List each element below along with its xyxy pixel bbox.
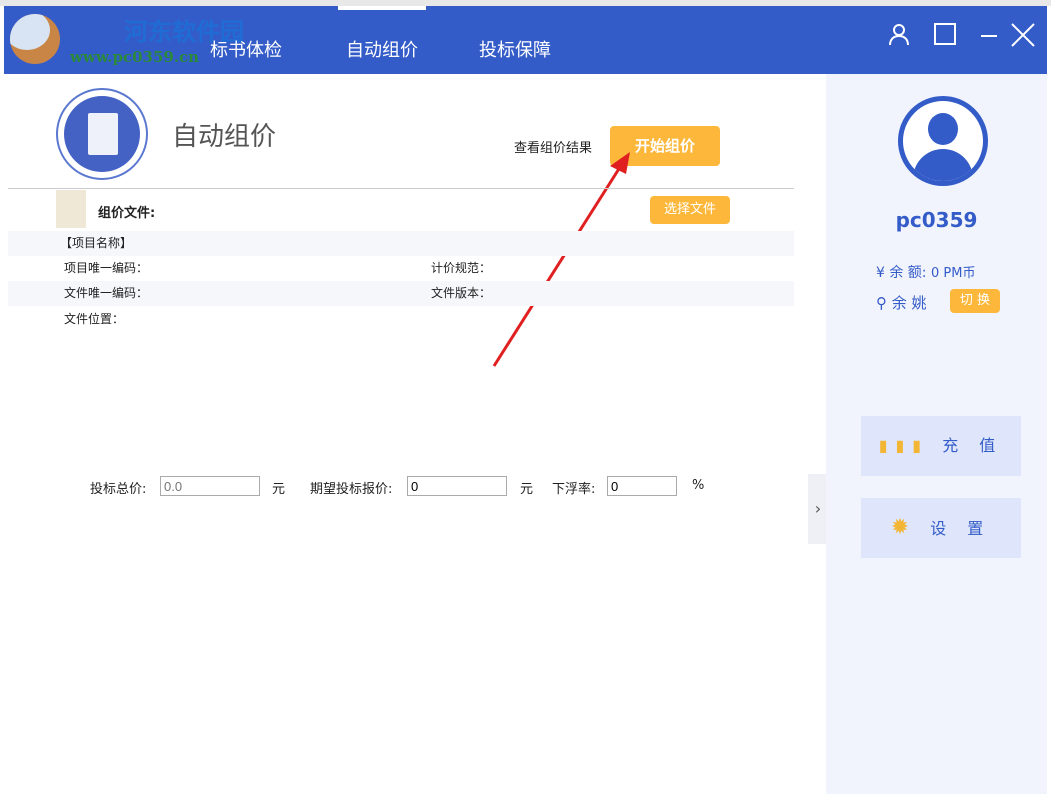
- yen-icon: ¥: [876, 265, 889, 281]
- user-sidebar: pc0359 ¥ 余 额: 0 PM币 ⚲ 余 姚 切 换 ▮▮▮ 充 值 ✹ …: [826, 74, 1047, 794]
- switch-button[interactable]: 切 换: [950, 289, 1000, 313]
- avatar[interactable]: [898, 96, 988, 186]
- unit-label: 元: [272, 478, 285, 497]
- gold-icon: ▮▮▮: [879, 436, 929, 455]
- recharge-label: 充 值: [942, 436, 1003, 455]
- watermark-url: www.pc0359.cn: [70, 48, 199, 66]
- user-icon[interactable]: [884, 22, 914, 52]
- bid-total-label: 投标总价:: [90, 478, 146, 497]
- close-icon[interactable]: [1008, 22, 1038, 54]
- settings-label: 设 置: [930, 519, 991, 538]
- tab-auto-pricing[interactable]: 自动组价: [346, 36, 418, 62]
- file-version-label: 文件版本：: [431, 281, 491, 306]
- percent-label: %: [692, 478, 704, 493]
- unit-label: 元: [520, 478, 533, 497]
- location-text: 余 姚: [892, 294, 927, 312]
- document-icon: [56, 190, 86, 228]
- project-code-label: 项目唯一编码：: [64, 256, 148, 281]
- settings-button[interactable]: ✹ 设 置: [861, 498, 1021, 558]
- expected-price-input[interactable]: [407, 476, 507, 496]
- divider: [8, 188, 794, 189]
- expected-price-label: 期望投标报价:: [310, 478, 392, 497]
- username: pc0359: [826, 208, 1047, 232]
- calculator-icon: [56, 88, 148, 180]
- balance-value: 0 PM币: [931, 266, 975, 281]
- float-rate-label: 下浮率:: [552, 478, 595, 497]
- file-location-label: 文件位置：: [64, 307, 124, 332]
- float-rate-input[interactable]: [607, 476, 677, 496]
- file-code-label: 文件唯一编码：: [64, 281, 148, 306]
- choose-file-button[interactable]: 选择文件: [650, 196, 730, 224]
- recharge-button[interactable]: ▮▮▮ 充 值: [861, 416, 1021, 476]
- title-bar: 河东软件园 www.pc0359.cn 标书体检 自动组价 投标保障: [4, 6, 1047, 74]
- balance-label: 余 额:: [889, 265, 926, 281]
- maximize-icon[interactable]: [930, 22, 960, 52]
- location-icon: ⚲: [876, 294, 892, 312]
- project-name: 【项目名称】: [60, 231, 132, 256]
- chevron-right-icon[interactable]: ›: [808, 474, 828, 544]
- app-logo: [10, 14, 60, 64]
- file-label: 组价文件:: [98, 202, 155, 221]
- tab-bid-check[interactable]: 标书体检: [210, 36, 282, 62]
- page-title: 自动组价: [172, 116, 276, 153]
- bid-total-input[interactable]: [160, 476, 260, 496]
- tab-bid-guarantee[interactable]: 投标保障: [479, 36, 551, 62]
- gear-icon: ✹: [891, 515, 917, 540]
- main-panel: 自动组价 查看组价结果 开始组价 组价文件: 选择文件 【项目名称】 项目唯一编…: [4, 74, 826, 794]
- minimize-icon[interactable]: [974, 22, 1004, 52]
- pricing-spec-label: 计价规范：: [431, 256, 491, 281]
